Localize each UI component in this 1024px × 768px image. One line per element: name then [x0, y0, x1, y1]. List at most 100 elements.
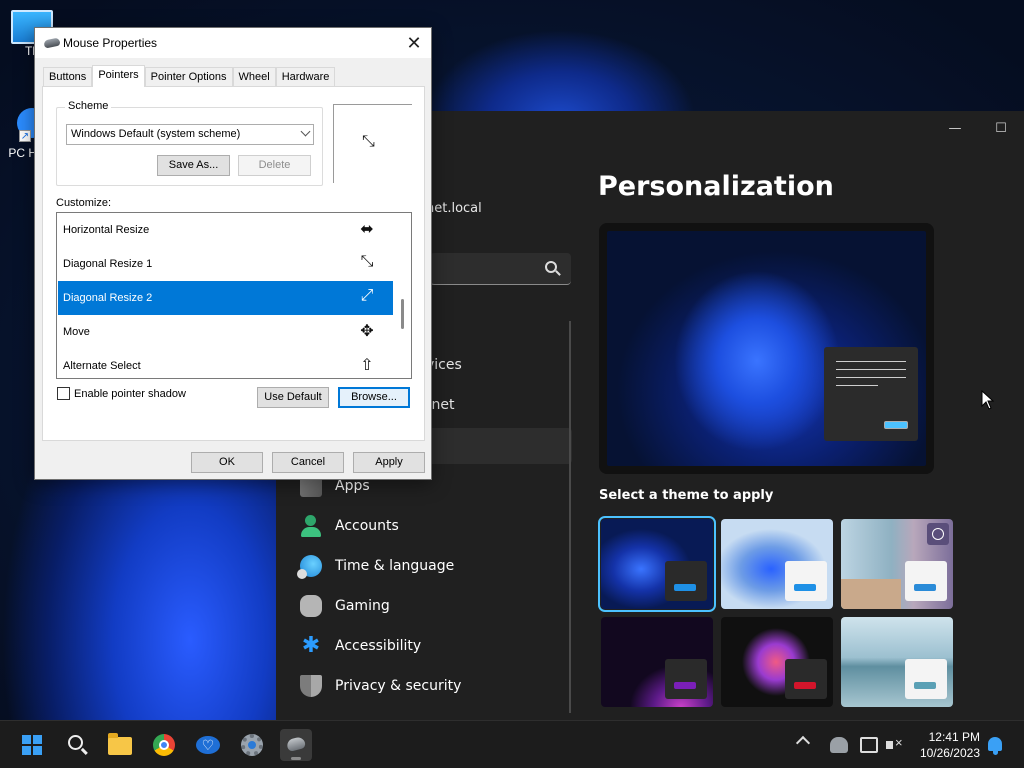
scheme-dropdown[interactable]: Windows Default (system scheme): [66, 124, 314, 145]
close-button[interactable]: ✕: [401, 30, 427, 56]
notification-bell-icon[interactable]: [988, 737, 1002, 755]
privacy-shield-icon: [300, 675, 322, 697]
tab-wheel[interactable]: Wheel: [232, 67, 276, 87]
mouse-icon: [43, 37, 61, 49]
nav-item-accounts[interactable]: Accounts: [300, 508, 399, 544]
show-hidden-icons-chevron-icon[interactable]: [795, 735, 811, 751]
scheme-selected-value: Windows Default (system scheme): [71, 128, 241, 140]
theme-tile[interactable]: [601, 617, 713, 707]
health-icon: ♡: [196, 736, 220, 754]
nav-item-label: Apps: [335, 478, 370, 494]
list-item-selected[interactable]: Diagonal Resize 2 ⤢: [58, 281, 393, 315]
scheme-legend: Scheme: [65, 100, 112, 112]
taskbar-clock[interactable]: 12:41 PM 10/26/2023: [918, 729, 980, 761]
window-controls: — ☐: [932, 117, 1024, 141]
account-email: net.local: [426, 201, 482, 216]
tab-pointers[interactable]: Pointers: [92, 65, 145, 87]
customize-label: Customize:: [56, 197, 112, 209]
theme-section-label: Select a theme to apply: [599, 488, 774, 503]
ok-button[interactable]: OK: [191, 452, 263, 473]
taskbar-file-explorer[interactable]: [104, 729, 136, 761]
mouse-icon: [285, 735, 307, 753]
scheme-group: Scheme Windows Default (system scheme) S…: [56, 100, 323, 186]
theme-accent-swatch: [914, 584, 936, 591]
nav-item-accessibility[interactable]: ✱ Accessibility: [300, 628, 421, 664]
nav-item-label: Gaming: [335, 598, 390, 614]
delete-button[interactable]: Delete: [238, 155, 311, 176]
diagonal-resize-cursor-icon: ⤡: [362, 133, 375, 150]
nav-item-gaming[interactable]: Gaming: [300, 588, 390, 624]
settings-search-input[interactable]: [430, 253, 571, 285]
cancel-button[interactable]: Cancel: [272, 452, 344, 473]
clock-time: 12:41 PM: [928, 730, 980, 744]
mouse-pointer-icon: [981, 390, 995, 410]
theme-tile[interactable]: [598, 516, 716, 612]
preview-wallpaper: [607, 231, 926, 466]
enable-pointer-shadow[interactable]: Enable pointer shadow: [57, 387, 186, 400]
taskbar-search-button[interactable]: [60, 729, 92, 761]
nav-item-label: Privacy & security: [335, 678, 462, 694]
folder-icon: [108, 733, 132, 755]
apply-button[interactable]: Apply: [353, 452, 425, 473]
taskbar-mouse-properties[interactable]: [280, 729, 312, 761]
nav-item-time-language[interactable]: Time & language: [297, 548, 454, 584]
network-icon[interactable]: [860, 737, 878, 753]
list-item[interactable]: Horizontal Resize ⬌: [58, 213, 393, 247]
minimize-button[interactable]: —: [932, 117, 978, 141]
theme-tile[interactable]: [841, 519, 953, 609]
nav-item-privacy-security[interactable]: Privacy & security: [300, 668, 461, 704]
onedrive-cloud-icon[interactable]: [830, 737, 848, 753]
maximize-button[interactable]: ☐: [978, 117, 1024, 141]
nav-selected-indicator[interactable]: [426, 428, 572, 464]
theme-tile[interactable]: [721, 519, 833, 609]
theme-accent-swatch: [794, 682, 816, 689]
list-item[interactable]: Alternate Select ⇧: [58, 349, 393, 378]
theme-mini-window: [785, 659, 827, 699]
accounts-icon: [300, 515, 322, 537]
theme-mini-window: [665, 659, 707, 699]
nav-item-label: Accounts: [335, 518, 399, 534]
tab-buttons[interactable]: Buttons: [43, 67, 93, 87]
theme-accent-swatch: [674, 682, 696, 689]
taskbar-pc-health[interactable]: ♡: [192, 729, 224, 761]
chrome-icon: [153, 734, 175, 756]
use-default-button[interactable]: Use Default: [257, 387, 329, 408]
list-item[interactable]: Diagonal Resize 1 ⤡: [58, 247, 393, 281]
list-item[interactable]: Move ✥: [58, 315, 393, 349]
taskbar-chrome[interactable]: [148, 729, 180, 761]
theme-tile[interactable]: [841, 617, 953, 707]
horizontal-resize-cursor-icon: ⬌: [360, 221, 374, 238]
nav-scrollbar[interactable]: [569, 321, 571, 713]
volume-muted-icon[interactable]: [886, 735, 904, 753]
search-icon: [68, 735, 83, 750]
preview-accent-button: [884, 421, 908, 429]
tab-hardware[interactable]: Hardware: [275, 67, 336, 87]
chevron-down-icon: [300, 126, 311, 137]
dialog-titlebar[interactable]: Mouse Properties ✕: [35, 28, 431, 58]
move-cursor-icon: ✥: [360, 323, 374, 340]
theme-tile[interactable]: [721, 617, 833, 707]
dialog-title: Mouse Properties: [63, 36, 158, 50]
nav-item-label: Accessibility: [335, 638, 422, 654]
save-as-button[interactable]: Save As...: [157, 155, 230, 176]
pointer-list[interactable]: Horizontal Resize ⬌ Diagonal Resize 1 ⤡ …: [56, 212, 412, 379]
browse-button[interactable]: Browse...: [338, 387, 410, 408]
time-language-icon: [297, 555, 322, 579]
gaming-icon: [300, 595, 322, 617]
diagonal-resize-1-cursor-icon: ⤡: [360, 253, 374, 270]
checkbox-label: Enable pointer shadow: [74, 387, 186, 400]
tab-pointer-options[interactable]: Pointer Options: [144, 67, 233, 87]
clock-date: 10/26/2023: [919, 746, 980, 760]
theme-accent-swatch: [674, 584, 696, 591]
scrollbar-thumb[interactable]: [401, 299, 404, 329]
theme-accent-swatch: [914, 682, 936, 689]
pointer-shadow-checkbox[interactable]: [57, 387, 70, 400]
shortcut-arrow-icon: ↗: [19, 130, 31, 142]
list-scrollbar[interactable]: [394, 213, 411, 378]
taskbar-settings[interactable]: [236, 729, 268, 761]
preview-window-card: [824, 347, 918, 441]
theme-mini-window: [905, 659, 947, 699]
theme-mini-window: [905, 561, 947, 601]
settings-gear-icon: [241, 734, 263, 756]
start-button[interactable]: [16, 729, 48, 761]
